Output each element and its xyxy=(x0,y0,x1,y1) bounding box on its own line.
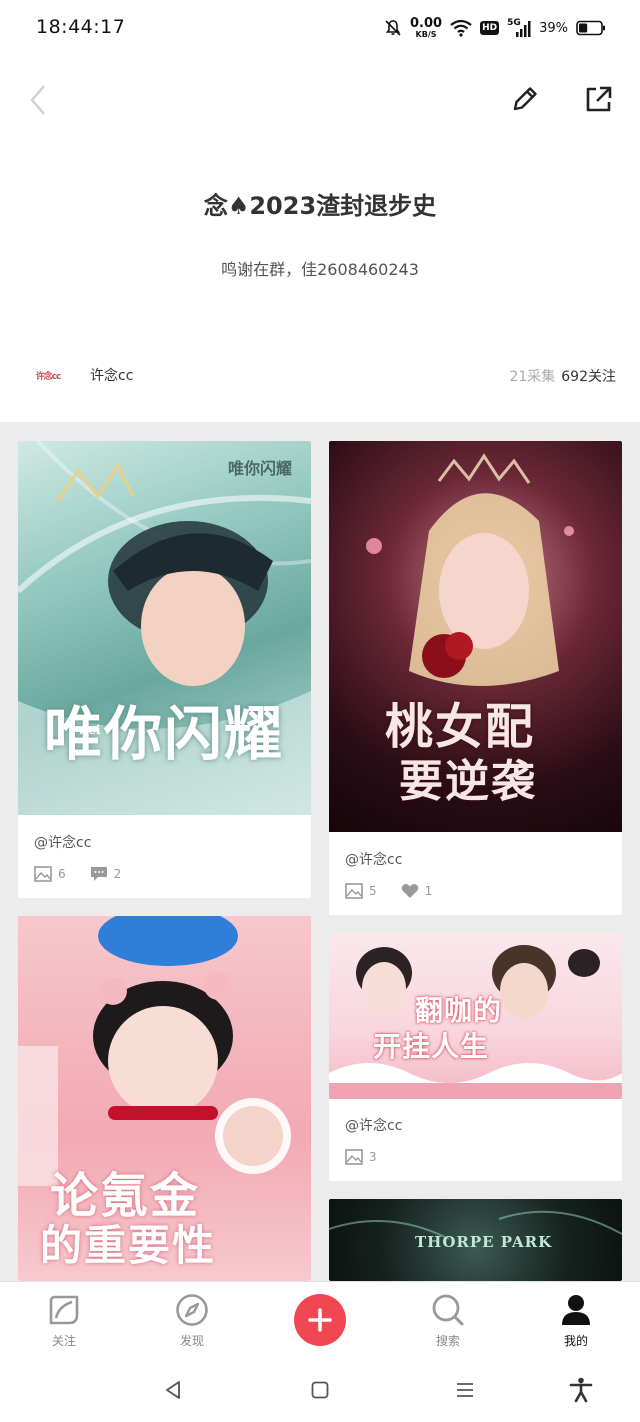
pin-author[interactable]: @许念cc xyxy=(345,1115,402,1135)
tab-search-label: 搜索 xyxy=(435,1334,460,1348)
battery-fill xyxy=(579,23,588,33)
tab-follow-label: 关注 xyxy=(51,1334,76,1348)
net-speed: 0.00 KB/S xyxy=(410,16,443,39)
comments-count: 2 xyxy=(113,867,122,881)
pin-cover-image[interactable]: 论氪金 的重要性 xyxy=(18,916,311,1281)
pin-author[interactable]: @许念cc xyxy=(34,832,91,852)
publish-button[interactable] xyxy=(294,1294,346,1346)
hd-badge: HD xyxy=(480,21,500,35)
bottom-tab-bar: 关注 发现 搜索 我的 xyxy=(0,1281,640,1357)
pin-cover-image[interactable]: THORPE PARK xyxy=(329,1199,622,1281)
board-description: 鸣谢在群，佳2608460243 xyxy=(221,260,419,279)
pin-author[interactable]: @许念cc xyxy=(345,849,402,869)
plus-icon xyxy=(308,1308,332,1332)
avatar-logo-text: 许念cc xyxy=(35,371,62,382)
tab-search[interactable]: 搜索 xyxy=(384,1282,512,1358)
status-bar: 18:44:17 0.00 KB/S HD 5G 39% xyxy=(0,0,640,56)
image-icon xyxy=(34,866,52,882)
accessibility-icon xyxy=(569,1377,593,1403)
pin-meta: 6 2 xyxy=(34,866,139,882)
pin-cover-image[interactable]: 唯你闪耀 唯你闪耀 wei xyxy=(18,441,311,815)
wifi-icon xyxy=(450,19,472,37)
pin-cover-image[interactable]: 翻咖的 开挂人生 xyxy=(329,933,622,1099)
avatar[interactable]: 许念cc xyxy=(28,363,68,387)
user-icon xyxy=(562,1295,590,1325)
pin-card[interactable]: 论氪金 的重要性 xyxy=(18,916,311,1281)
system-recents-button[interactable] xyxy=(450,1375,480,1405)
share-button[interactable] xyxy=(578,80,618,118)
leaf-icon xyxy=(49,1295,79,1325)
board-title: 念♠2023渣封退步史 xyxy=(203,192,437,220)
tab-mine[interactable]: 我的 xyxy=(512,1282,640,1358)
board-header: 念♠2023渣封退步史 鸣谢在群，佳2608460243 许念cc 许念cc 2… xyxy=(0,56,640,422)
image-icon xyxy=(345,1149,363,1165)
square-home-icon xyxy=(311,1381,329,1399)
images-count: 5 xyxy=(369,884,377,898)
status-icons: 0.00 KB/S HD 5G 39% xyxy=(384,14,606,42)
owner-name[interactable]: 许念cc xyxy=(90,365,133,385)
back-button[interactable] xyxy=(22,82,54,118)
tab-follow[interactable]: 关注 xyxy=(0,1282,128,1358)
mute-bell-icon xyxy=(385,20,401,36)
menu-lines-icon xyxy=(457,1383,473,1397)
pin-card[interactable]: 翻咖的 开挂人生 @许念cc 3 xyxy=(329,933,622,1181)
cover-subtitle: 要逆袭 xyxy=(399,756,537,807)
pin-card[interactable]: 唯你闪耀 唯你闪耀 wei @许念cc 6 2 xyxy=(18,441,311,898)
cover-subtitle: 开挂人生 xyxy=(373,1030,490,1063)
pencil-icon xyxy=(513,87,537,111)
system-nav-bar xyxy=(0,1357,640,1422)
signal-icon: 5G xyxy=(507,18,531,38)
images-count: 3 xyxy=(369,1150,377,1164)
tab-discover[interactable]: 发现 xyxy=(128,1282,256,1358)
likes-count: 1 xyxy=(424,884,433,898)
compass-icon xyxy=(176,1294,208,1326)
system-back-button[interactable] xyxy=(158,1375,188,1405)
search-icon xyxy=(432,1294,464,1326)
cover-title-small: 唯你闪耀 xyxy=(228,459,293,478)
heart-icon xyxy=(401,884,418,898)
cover-subtitle: 的重要性 xyxy=(40,1221,217,1270)
chevron-left-icon xyxy=(30,85,45,115)
pin-meta: 5 1 xyxy=(345,883,450,899)
cover-title: 翻咖的 xyxy=(415,994,503,1027)
system-home-button[interactable] xyxy=(305,1375,335,1405)
comment-icon xyxy=(90,867,107,881)
board-stats: 21采集 692关注 xyxy=(509,366,616,386)
pin-card[interactable]: 桃女配 要逆袭 @许念cc 5 1 xyxy=(329,441,622,915)
collect-count: 21采集 xyxy=(509,369,556,385)
tab-discover-label: 发现 xyxy=(179,1334,204,1348)
triangle-back-icon xyxy=(166,1381,180,1399)
battery-percent: 39% xyxy=(539,20,568,36)
follow-count: 692关注 xyxy=(561,369,616,385)
edit-button[interactable] xyxy=(506,80,544,118)
battery-icon xyxy=(576,20,605,36)
status-time: 18:44:17 xyxy=(36,16,126,38)
cover-title: THORPE PARK xyxy=(415,1233,553,1251)
pin-meta: 3 xyxy=(345,1149,395,1165)
accessibility-button[interactable] xyxy=(566,1375,596,1405)
image-icon xyxy=(345,883,363,899)
tab-mine-label: 我的 xyxy=(563,1334,588,1348)
share-out-icon xyxy=(586,86,612,112)
images-count: 6 xyxy=(58,867,66,881)
pin-card[interactable]: THORPE PARK xyxy=(329,1199,622,1281)
cover-subtitle: wei xyxy=(78,723,101,737)
pin-cover-image[interactable]: 桃女配 要逆袭 xyxy=(329,441,622,832)
